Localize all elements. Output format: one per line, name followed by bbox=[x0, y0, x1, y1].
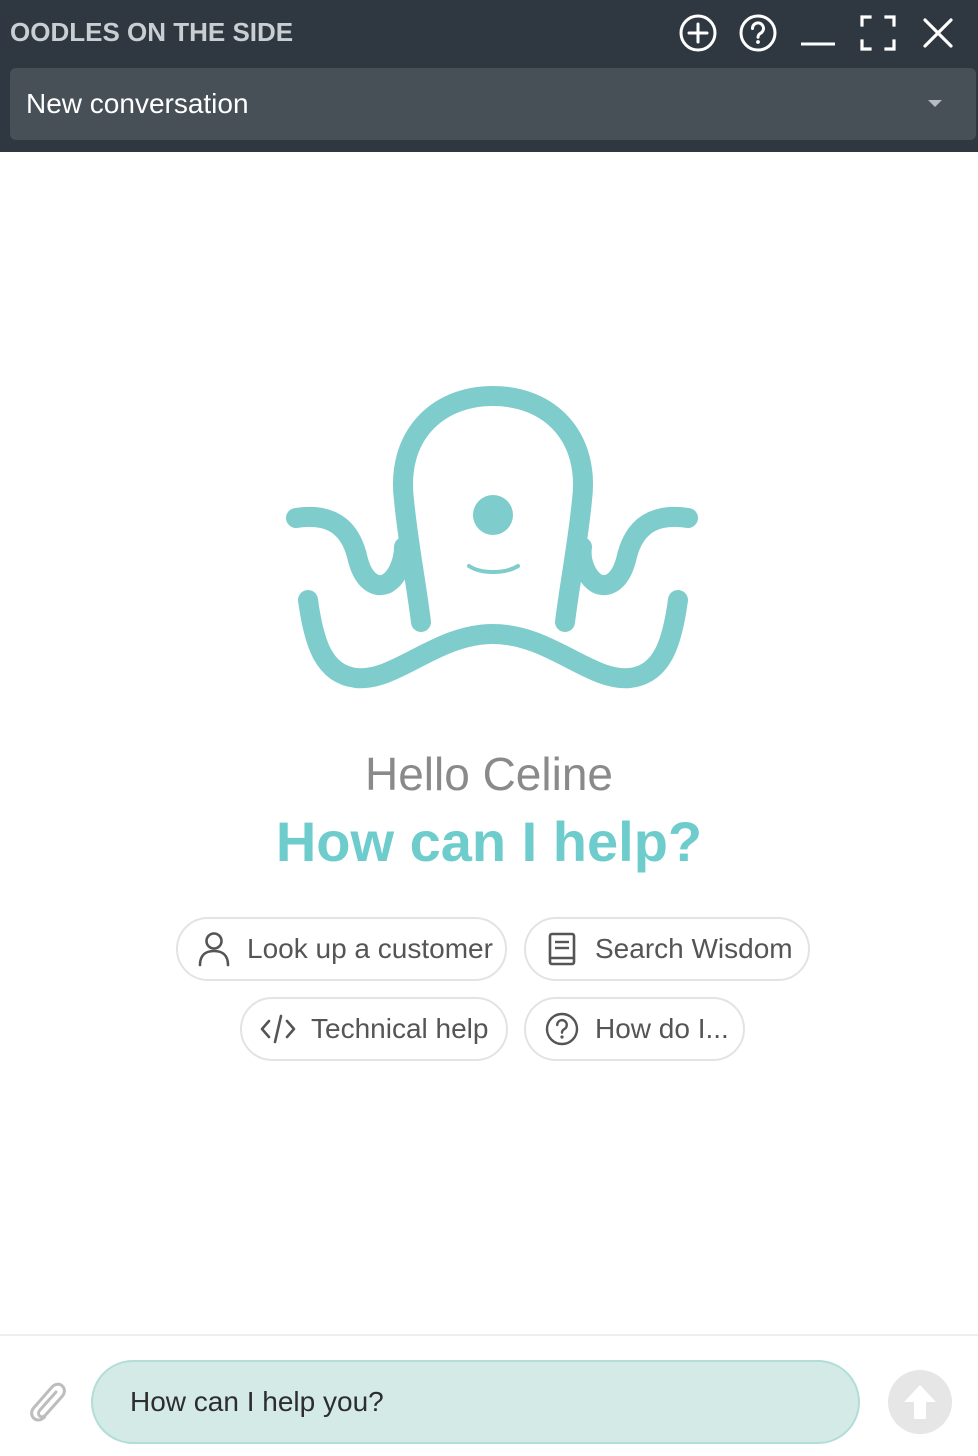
conversation-select-value: New conversation bbox=[26, 88, 249, 119]
conversation-select[interactable]: New conversation bbox=[10, 68, 976, 140]
suggestion-label: How do I... bbox=[595, 1013, 729, 1044]
question-circle-icon bbox=[542, 1009, 582, 1049]
expand-icon bbox=[860, 15, 896, 51]
plus-circle-icon bbox=[679, 14, 717, 52]
arrow-up-icon bbox=[904, 1385, 936, 1419]
message-input-wrapper bbox=[91, 1360, 860, 1444]
close-icon bbox=[923, 18, 953, 48]
message-input[interactable] bbox=[93, 1362, 858, 1442]
suggestion-how-do-i[interactable]: How do I... bbox=[524, 997, 745, 1061]
new-conversation-button[interactable] bbox=[668, 12, 728, 54]
footer-divider bbox=[0, 1334, 978, 1336]
chat-window: OODLES ON THE SIDE New conversation Hell… bbox=[0, 0, 978, 1456]
minimize-icon bbox=[801, 42, 835, 46]
header: OODLES ON THE SIDE New conversation bbox=[0, 0, 978, 152]
suggestion-search-wisdom[interactable]: Search Wisdom bbox=[524, 917, 810, 981]
help-prompt: How can I help? bbox=[275, 810, 703, 873]
suggestion-label: Technical help bbox=[311, 1013, 489, 1044]
suggestion-look-up-customer[interactable]: Look up a customer bbox=[176, 917, 507, 981]
code-icon bbox=[258, 1009, 298, 1049]
header-actions bbox=[668, 12, 968, 54]
greeting: Hello Celine bbox=[364, 748, 613, 800]
octopus-icon bbox=[286, 386, 698, 689]
paperclip-icon bbox=[30, 1382, 66, 1422]
suggestion-label: Look up a customer bbox=[247, 933, 493, 964]
help-button[interactable] bbox=[728, 12, 788, 54]
question-circle-icon bbox=[739, 14, 777, 52]
attach-button[interactable] bbox=[26, 1378, 70, 1426]
app-title: OODLES ON THE SIDE bbox=[10, 17, 294, 47]
send-button[interactable] bbox=[888, 1370, 952, 1434]
expand-button[interactable] bbox=[848, 12, 908, 54]
close-button[interactable] bbox=[908, 12, 968, 54]
book-icon bbox=[542, 929, 582, 969]
minimize-button[interactable] bbox=[788, 12, 848, 54]
suggestion-label: Search Wisdom bbox=[595, 933, 793, 964]
suggestion-technical-help[interactable]: Technical help bbox=[240, 997, 508, 1061]
person-icon bbox=[194, 929, 234, 969]
caret-down-icon bbox=[928, 100, 942, 107]
